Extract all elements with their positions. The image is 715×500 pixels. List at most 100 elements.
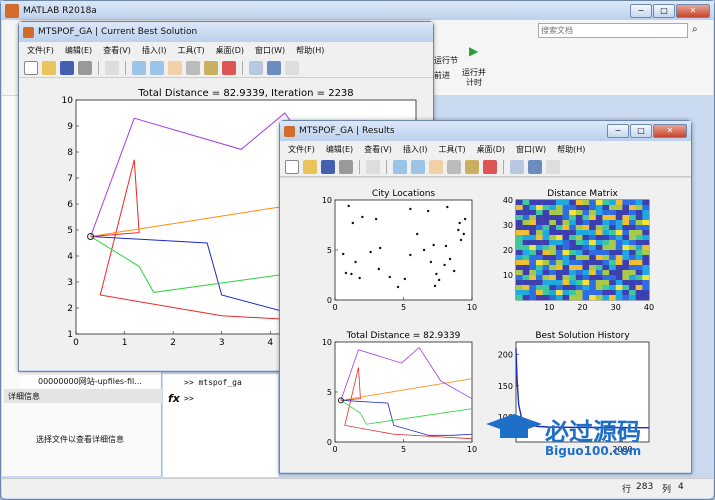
pointer-icon[interactable] — [105, 60, 119, 75]
menu-item[interactable]: 文件(F) — [288, 144, 315, 155]
fx-icon[interactable]: fx — [168, 392, 180, 405]
heatmap-cell — [629, 245, 636, 251]
legend-icon[interactable] — [285, 60, 299, 75]
heatmap-cell — [529, 225, 537, 231]
link-icon[interactable] — [510, 159, 524, 174]
zoom-out-icon[interactable] — [411, 159, 425, 174]
minimize-button[interactable]: − — [630, 4, 652, 18]
heatmap-cell — [602, 290, 610, 296]
menu-item[interactable]: 帮助(H) — [557, 144, 585, 155]
separator — [359, 159, 360, 174]
heatmap-cell — [602, 215, 610, 221]
heatmap-cell — [582, 285, 590, 291]
y-tick-label: 0 — [327, 438, 332, 447]
legend-icon[interactable] — [546, 159, 560, 174]
zoom-out-icon[interactable] — [150, 60, 164, 75]
heatmap-cell — [522, 280, 530, 286]
heatmap-cell — [642, 220, 650, 226]
menu-item[interactable]: 查看(V) — [364, 144, 392, 155]
maximize-button[interactable]: □ — [630, 124, 652, 138]
menu-item[interactable]: 文件(F) — [27, 45, 54, 56]
heatmap-cell — [609, 205, 616, 211]
heatmap-cell — [629, 280, 636, 286]
heatmap-cell — [522, 245, 530, 251]
rotate-icon[interactable] — [447, 159, 461, 174]
heatmap-cell — [629, 210, 636, 216]
close-button[interactable]: ✕ — [653, 124, 687, 138]
heatmap-cell — [642, 245, 650, 251]
zoom-in-icon[interactable] — [132, 60, 146, 75]
heatmap-cell — [609, 280, 616, 286]
new-icon[interactable] — [285, 159, 299, 174]
open-icon[interactable] — [303, 159, 317, 174]
print-icon[interactable] — [339, 159, 353, 174]
figure-icon — [23, 26, 34, 38]
heatmap-cell — [602, 240, 610, 246]
heatmap-cell — [542, 230, 550, 236]
pan-icon[interactable] — [168, 60, 182, 75]
command-prompt[interactable]: >> — [184, 394, 194, 403]
figure1-titlebar[interactable]: MTSPOF_GA | Current Best Solution — [19, 22, 433, 42]
menu-item[interactable]: 帮助(H) — [296, 45, 324, 56]
heatmap-cell — [555, 235, 563, 241]
x-tick-label: 5 — [401, 303, 406, 312]
heatmap-cell — [555, 220, 563, 226]
menu-item[interactable]: 工具(T) — [177, 45, 204, 56]
menu-item[interactable]: 桌面(D) — [216, 45, 244, 56]
heatmap-cell — [555, 210, 563, 216]
heatmap-cell — [635, 295, 643, 301]
heatmap-cell — [529, 245, 537, 251]
open-icon[interactable] — [42, 60, 56, 75]
menu-item[interactable]: 编辑(E) — [326, 144, 353, 155]
menu-item[interactable]: 桌面(D) — [477, 144, 505, 155]
search-input[interactable] — [538, 23, 688, 38]
command-window[interactable] — [163, 374, 278, 477]
menu-item[interactable]: 工具(T) — [438, 144, 465, 155]
new-icon[interactable] — [24, 60, 38, 75]
toolstrip-run-time-label[interactable]: 运行并 计时 — [462, 68, 486, 88]
toolstrip-run-section-label[interactable]: 运行节 — [434, 55, 458, 66]
heatmap-cell — [602, 270, 610, 276]
save-icon[interactable] — [321, 159, 335, 174]
link-icon[interactable] — [249, 60, 263, 75]
y-tick-label: 5 — [327, 246, 332, 255]
heatmap-cell — [622, 220, 630, 226]
heatmap-cell — [629, 230, 636, 236]
maximize-button[interactable]: □ — [653, 4, 675, 18]
heatmap-cell — [575, 230, 583, 236]
window-controls: − □ ✕ — [630, 4, 710, 18]
minimize-button[interactable]: − — [607, 124, 629, 138]
close-button[interactable]: ✕ — [676, 4, 710, 18]
colorbar-icon[interactable] — [267, 60, 281, 75]
chart-title: City Locations — [372, 189, 436, 199]
menu-item[interactable]: 插入(I) — [142, 45, 167, 56]
brush-icon[interactable] — [222, 60, 236, 75]
heatmap-cell — [595, 295, 603, 301]
pan-icon[interactable] — [429, 159, 443, 174]
heatmap-cell — [569, 205, 577, 211]
menu-item[interactable]: 窗口(W) — [516, 144, 546, 155]
file-row-label[interactable]: 00000000网站-upfiles-fil... — [38, 376, 142, 387]
menu-item[interactable]: 插入(I) — [403, 144, 428, 155]
data-cursor-icon[interactable] — [204, 60, 218, 75]
menu-item[interactable]: 查看(V) — [103, 45, 131, 56]
rotate-icon[interactable] — [186, 60, 200, 75]
x-tick-label: 4 — [267, 338, 273, 348]
x-tick-label: 5 — [401, 445, 406, 454]
zoom-in-icon[interactable] — [393, 159, 407, 174]
heatmap-cell — [635, 205, 643, 211]
menu-item[interactable]: 编辑(E) — [65, 45, 92, 56]
pointer-icon[interactable] — [366, 159, 380, 174]
heatmap-cell — [522, 210, 530, 216]
search-icon[interactable]: ⌕ — [692, 24, 698, 35]
heatmap-cell — [562, 205, 570, 211]
menu-item[interactable]: 窗口(W) — [255, 45, 285, 56]
brush-icon[interactable] — [483, 159, 497, 174]
toolstrip-advance-label[interactable]: 前进 — [434, 70, 450, 81]
colorbar-icon[interactable] — [528, 159, 542, 174]
print-icon[interactable] — [78, 60, 92, 75]
heatmap-cell — [629, 220, 636, 226]
data-cursor-icon[interactable] — [465, 159, 479, 174]
figure2-titlebar[interactable]: MTSPOF_GA | Results − □ ✕ — [280, 121, 691, 141]
save-icon[interactable] — [60, 60, 74, 75]
